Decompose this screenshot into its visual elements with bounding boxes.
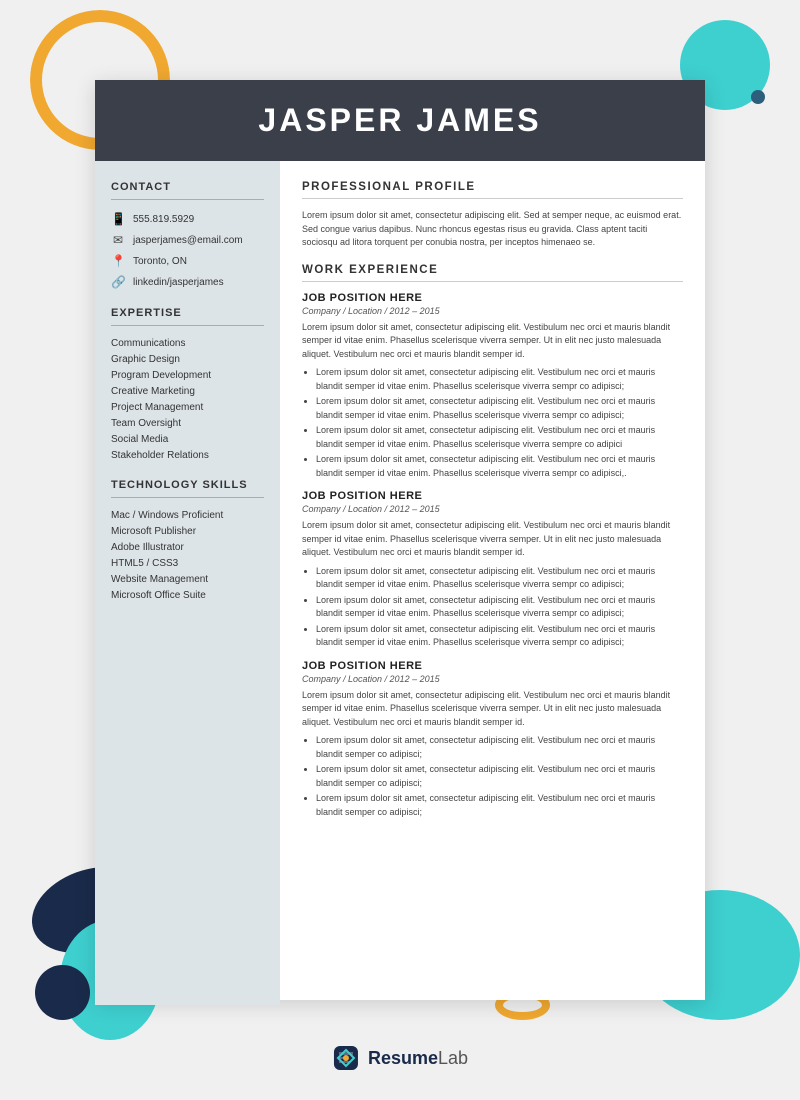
contact-divider	[111, 199, 264, 200]
decorative-dark-dot-left	[35, 965, 90, 1020]
expertise-item: Social Media	[111, 434, 264, 445]
work-experience-divider	[302, 281, 683, 282]
resumelab-logo	[332, 1044, 360, 1072]
bullet-1-2: Lorem ipsum dolor sit amet, consectetur …	[316, 623, 683, 650]
resume-body: CONTACT 📱 555.819.5929 ✉ jasperjames@ema…	[95, 161, 705, 1005]
bullet-2-1: Lorem ipsum dolor sit amet, consectetur …	[316, 763, 683, 790]
jobs-container: JOB POSITION HERE Company / Location / 20…	[302, 292, 683, 820]
resume-container: JASPER JAMES CONTACT 📱 555.819.5929 ✉ ja…	[95, 80, 705, 1000]
bullet-2-0: Lorem ipsum dolor sit amet, consectetur …	[316, 734, 683, 761]
bullet-2-2: Lorem ipsum dolor sit amet, consectetur …	[316, 792, 683, 819]
job-description-0: Lorem ipsum dolor sit amet, consectetur …	[302, 321, 683, 362]
job-meta-2: Company / Location / 2012 – 2015	[302, 674, 683, 684]
expertise-item: Program Development	[111, 370, 264, 381]
technology-item: Mac / Windows Proficient	[111, 510, 264, 521]
technology-list: Mac / Windows Proficient Microsoft Publis…	[111, 510, 264, 601]
location-icon: 📍	[111, 254, 125, 268]
technology-item: HTML5 / CSS3	[111, 558, 264, 569]
profile-section: PROFESSIONAL PROFILE Lorem ipsum dolor s…	[302, 181, 683, 250]
expertise-title: EXPERTISE	[111, 307, 264, 319]
contact-title: CONTACT	[111, 181, 264, 193]
expertise-item: Project Management	[111, 402, 264, 413]
linkedin-icon: 🔗	[111, 275, 125, 289]
profile-text: Lorem ipsum dolor sit amet, consectetur …	[302, 209, 683, 250]
branding: ResumeLab	[332, 1044, 468, 1072]
contact-phone: 555.819.5929	[133, 214, 194, 225]
job-section-0: JOB POSITION HERE Company / Location / 20…	[302, 292, 683, 481]
phone-icon: 📱	[111, 212, 125, 226]
expertise-item: Communications	[111, 338, 264, 349]
expertise-item: Team Oversight	[111, 418, 264, 429]
decorative-teal-dot	[751, 90, 765, 104]
technology-item: Microsoft Publisher	[111, 526, 264, 537]
bullet-1-1: Lorem ipsum dolor sit amet, consectetur …	[316, 594, 683, 621]
job-title-0: JOB POSITION HERE	[302, 292, 683, 304]
profile-divider	[302, 198, 683, 199]
job-description-2: Lorem ipsum dolor sit amet, consectetur …	[302, 689, 683, 730]
technology-item: Adobe Illustrator	[111, 542, 264, 553]
branding-name: ResumeLab	[368, 1048, 468, 1069]
contact-location: Toronto, ON	[133, 256, 187, 267]
contact-linkedin-item: 🔗 linkedin/jasperjames	[111, 275, 264, 289]
expertise-section: EXPERTISE Communications Graphic Design Pr…	[111, 307, 264, 461]
expertise-list: Communications Graphic Design Program Deve…	[111, 338, 264, 461]
bullet-0-1: Lorem ipsum dolor sit amet, consectetur …	[316, 395, 683, 422]
job-section-2: JOB POSITION HERE Company / Location / 20…	[302, 660, 683, 820]
email-icon: ✉	[111, 233, 125, 247]
expertise-item: Creative Marketing	[111, 386, 264, 397]
technology-item: Microsoft Office Suite	[111, 590, 264, 601]
job-description-1: Lorem ipsum dolor sit amet, consectetur …	[302, 519, 683, 560]
job-title-1: JOB POSITION HERE	[302, 490, 683, 502]
branding-resume: Resume	[368, 1048, 438, 1068]
bullet-0-3: Lorem ipsum dolor sit amet, consectetur …	[316, 453, 683, 480]
profile-title: PROFESSIONAL PROFILE	[302, 181, 683, 193]
expertise-item: Graphic Design	[111, 354, 264, 365]
candidate-name: JASPER JAMES	[115, 102, 685, 139]
expertise-item: Stakeholder Relations	[111, 450, 264, 461]
technology-item: Website Management	[111, 574, 264, 585]
technology-section: TECHNOLOGY SKILLS Mac / Windows Proficie…	[111, 479, 264, 601]
job-meta-0: Company / Location / 2012 – 2015	[302, 306, 683, 316]
job-bullets-1: Lorem ipsum dolor sit amet, consectetur …	[302, 565, 683, 650]
job-section-1: JOB POSITION HERE Company / Location / 20…	[302, 490, 683, 650]
contact-email: jasperjames@email.com	[133, 235, 243, 246]
job-meta-1: Company / Location / 2012 – 2015	[302, 504, 683, 514]
sidebar: CONTACT 📱 555.819.5929 ✉ jasperjames@ema…	[95, 161, 280, 1005]
main-content: PROFESSIONAL PROFILE Lorem ipsum dolor s…	[280, 161, 705, 1005]
contact-linkedin: linkedin/jasperjames	[133, 277, 224, 288]
resume-header: JASPER JAMES	[95, 80, 705, 161]
technology-divider	[111, 497, 264, 498]
job-title-2: JOB POSITION HERE	[302, 660, 683, 672]
bullet-1-0: Lorem ipsum dolor sit amet, consectetur …	[316, 565, 683, 592]
contact-email-item: ✉ jasperjames@email.com	[111, 233, 264, 247]
job-bullets-0: Lorem ipsum dolor sit amet, consectetur …	[302, 366, 683, 480]
work-experience-title: WORK EXPERIENCE	[302, 264, 683, 276]
bullet-0-2: Lorem ipsum dolor sit amet, consectetur …	[316, 424, 683, 451]
branding-lab: Lab	[438, 1048, 468, 1068]
expertise-divider	[111, 325, 264, 326]
work-experience-section: WORK EXPERIENCE JOB POSITION HERE Company…	[302, 264, 683, 820]
technology-title: TECHNOLOGY SKILLS	[111, 479, 264, 491]
job-bullets-2: Lorem ipsum dolor sit amet, consectetur …	[302, 734, 683, 819]
contact-section: CONTACT 📱 555.819.5929 ✉ jasperjames@ema…	[111, 181, 264, 289]
bullet-0-0: Lorem ipsum dolor sit amet, consectetur …	[316, 366, 683, 393]
contact-location-item: 📍 Toronto, ON	[111, 254, 264, 268]
contact-phone-item: 📱 555.819.5929	[111, 212, 264, 226]
